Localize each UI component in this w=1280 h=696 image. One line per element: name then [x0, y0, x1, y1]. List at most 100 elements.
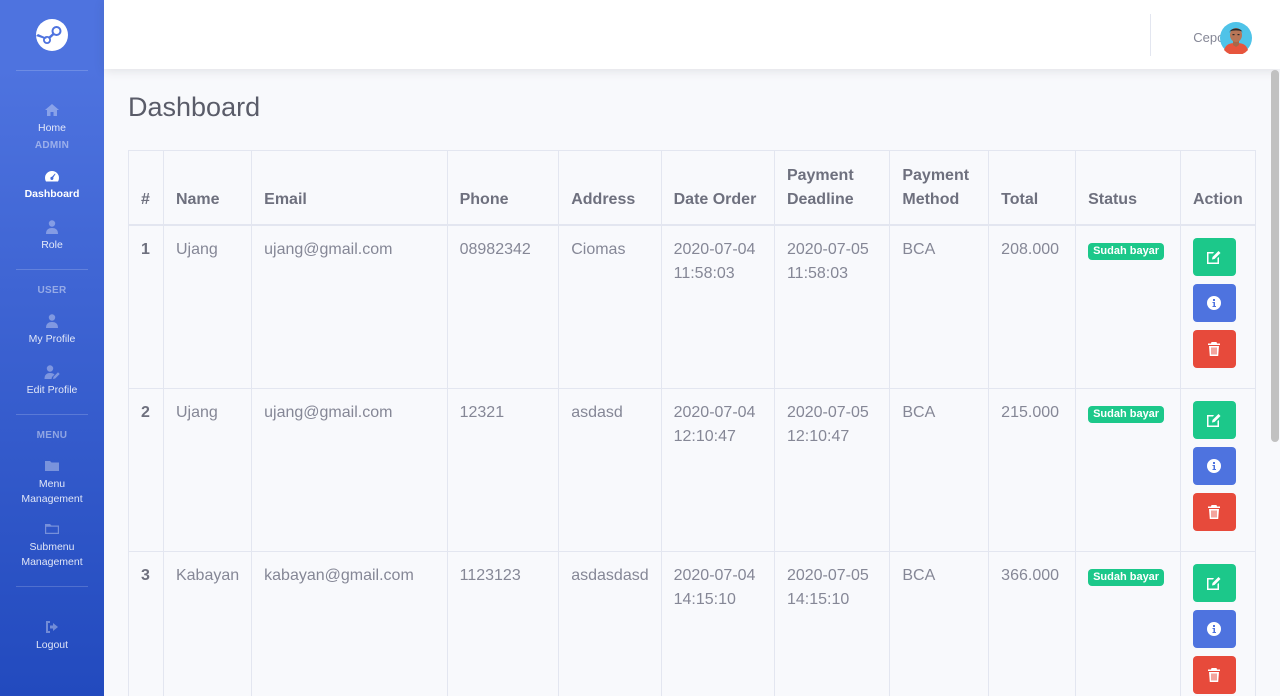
table-row: 2 Ujang ujang@gmail.com 12321 asdasd 202… — [128, 387, 1257, 552]
cell-address: asdasd — [558, 387, 662, 552]
info-circle-icon — [1207, 458, 1222, 473]
cell-address: Ciomas — [558, 224, 662, 389]
sidebar-item-label: Role — [41, 239, 63, 251]
cell-phone: 1123123 — [446, 550, 560, 696]
sidebar-item-label: Submenu Management — [21, 541, 83, 568]
cell-email: ujang@gmail.com — [251, 387, 448, 552]
column-header: Date Order — [660, 150, 775, 226]
column-header: Action — [1179, 150, 1257, 226]
sidebar-item-menu-management[interactable]: Menu Management — [0, 458, 104, 507]
info-circle-icon — [1207, 621, 1222, 636]
trash-icon — [1208, 667, 1221, 682]
cell-payment-method: BCA — [889, 550, 990, 696]
edit-icon — [1207, 250, 1221, 264]
info-button[interactable] — [1192, 609, 1236, 648]
cell-action — [1179, 224, 1257, 389]
sidebar-item-label: Edit Profile — [26, 384, 78, 396]
home-icon — [44, 102, 60, 118]
folder-open-icon — [44, 521, 60, 537]
column-header: Phone — [446, 150, 560, 226]
cell-email: kabayan@gmail.com — [251, 550, 448, 696]
steam-logo-icon — [36, 19, 68, 51]
orders-table: # Name Email Phone Address Date Order Pa… — [128, 150, 1257, 696]
brand[interactable] — [0, 0, 104, 70]
edit-button[interactable] — [1192, 563, 1236, 602]
folder-icon — [44, 458, 60, 474]
cell-name: Kabayan — [162, 550, 253, 696]
cell-payment-method: BCA — [889, 387, 990, 552]
status-badge: Sudah bayar — [1088, 242, 1165, 260]
row-number: 1 — [128, 224, 164, 389]
topbar-divider — [1150, 14, 1151, 56]
user-edit-icon — [44, 364, 60, 380]
avatar[interactable] — [1220, 22, 1252, 54]
cell-total: 208.000 — [988, 224, 1077, 389]
row-number: 3 — [128, 550, 164, 696]
sidebar-item-label: Menu Management — [21, 478, 83, 505]
cell-name: Ujang — [162, 224, 253, 389]
page-title: Dashboard — [128, 92, 261, 122]
sidebar-divider — [16, 269, 88, 270]
column-header: Payment Deadline — [773, 150, 891, 226]
sidebar-item-label: Dashboard — [24, 188, 80, 200]
edit-button[interactable] — [1192, 237, 1236, 276]
sidebar-divider — [16, 586, 88, 587]
cell-date-order: 2020-07-04 14:15:10 — [660, 550, 775, 696]
sidebar-item-label: My Profile — [28, 333, 76, 345]
edit-button[interactable] — [1192, 400, 1236, 439]
sign-out-icon — [44, 619, 60, 635]
table-row: 1 Ujang ujang@gmail.com 08982342 Ciomas … — [128, 224, 1257, 389]
sidebar-item-dashboard[interactable]: Dashboard — [0, 168, 104, 202]
trash-icon — [1208, 504, 1221, 519]
status-badge: Sudah bayar — [1088, 568, 1165, 586]
sidebar-item-label: Logout — [35, 639, 69, 651]
sidebar: Home ADMIN Dashboard Role USER My Profil… — [0, 0, 104, 696]
column-header: Status — [1075, 150, 1181, 226]
cell-name: Ujang — [162, 387, 253, 552]
delete-button[interactable] — [1192, 492, 1236, 531]
trash-icon — [1208, 341, 1221, 356]
cell-phone: 12321 — [446, 387, 560, 552]
sidebar-item-edit-profile[interactable]: Edit Profile — [0, 364, 104, 398]
table-header-row: # Name Email Phone Address Date Order Pa… — [128, 150, 1257, 226]
cell-status: Sudah bayar — [1075, 387, 1181, 552]
cell-total: 366.000 — [988, 550, 1077, 696]
info-circle-icon — [1207, 295, 1222, 310]
sidebar-divider — [16, 414, 88, 415]
edit-icon — [1207, 413, 1221, 427]
status-badge: Sudah bayar — [1088, 405, 1165, 423]
cell-payment-deadline: 2020-07-05 14:15:10 — [773, 550, 891, 696]
cell-date-order: 2020-07-04 11:58:03 — [660, 224, 775, 389]
cell-action — [1179, 387, 1257, 552]
sidebar-item-my-profile[interactable]: My Profile — [0, 313, 104, 347]
column-header: Payment Method — [889, 150, 990, 226]
info-button[interactable] — [1192, 446, 1236, 485]
sidebar-item-role[interactable]: Role — [0, 219, 104, 253]
tachometer-icon — [44, 168, 60, 184]
delete-button[interactable] — [1192, 655, 1236, 694]
cell-date-order: 2020-07-04 12:10:47 — [660, 387, 775, 552]
row-number: 2 — [128, 387, 164, 552]
topbar: Cepot — [104, 0, 1280, 69]
sidebar-heading-user: USER — [37, 285, 67, 296]
cell-total: 215.000 — [988, 387, 1077, 552]
edit-icon — [1207, 576, 1221, 590]
cell-payment-deadline: 2020-07-05 12:10:47 — [773, 387, 891, 552]
column-header: Email — [251, 150, 448, 226]
column-header: Address — [558, 150, 662, 226]
cell-address: asdasdasd — [558, 550, 662, 696]
sidebar-heading-admin: ADMIN — [34, 140, 70, 151]
sidebar-item-submenu-management[interactable]: Submenu Management — [0, 521, 104, 570]
cell-status: Sudah bayar — [1075, 224, 1181, 389]
column-header: Name — [162, 150, 253, 226]
scrollbar[interactable] — [1271, 70, 1279, 442]
sidebar-item-logout[interactable]: Logout — [0, 619, 104, 653]
cell-status: Sudah bayar — [1075, 550, 1181, 696]
cell-payment-method: BCA — [889, 224, 990, 389]
info-button[interactable] — [1192, 283, 1236, 322]
cell-phone: 08982342 — [446, 224, 560, 389]
cell-email: ujang@gmail.com — [251, 224, 448, 389]
delete-button[interactable] — [1192, 329, 1236, 368]
cell-action — [1179, 550, 1257, 696]
sidebar-item-home[interactable]: Home — [0, 102, 104, 136]
